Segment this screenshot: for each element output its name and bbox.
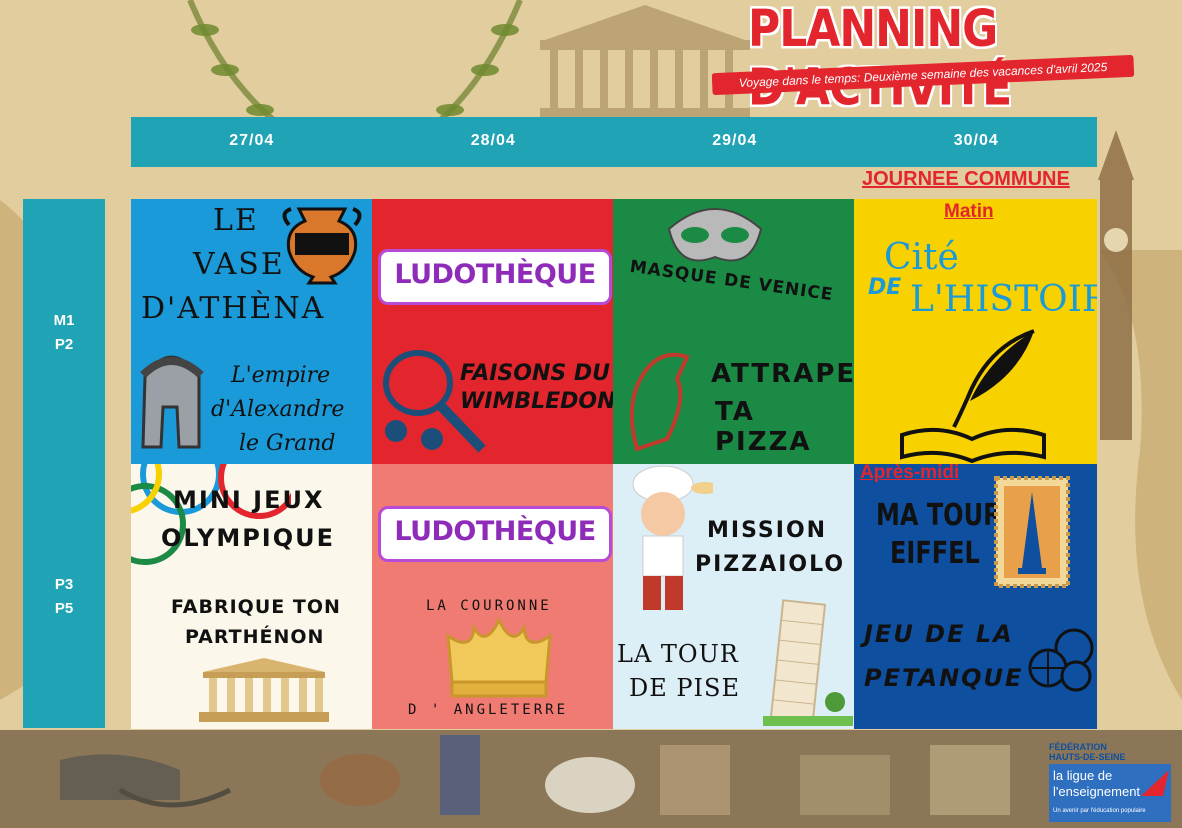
- cell-day3-afternoon: MISSION PIZZAIOLO LA TOUR DE PISE: [613, 464, 854, 729]
- pisa-tower-icon: [763, 599, 853, 726]
- cite-label: Cité: [884, 237, 959, 278]
- day-header-bar: 27/04 28/04 29/04 30/04: [131, 117, 1097, 167]
- cell-day2-morning: LUDOTHÈQUE FAISONS DU WIMBLEDON: [372, 199, 613, 464]
- ludotheque-label: LUDOTHÈQUE: [394, 516, 596, 547]
- logo-text: la ligue de: [1053, 768, 1113, 783]
- slot-afternoon-1: P3: [54, 576, 74, 593]
- spartan-helmet-icon: [140, 355, 204, 449]
- activity-subtitle: d'Alexandre: [211, 397, 345, 422]
- ludotheque-label: LUDOTHÈQUE: [394, 259, 596, 290]
- day-label: 30/04: [953, 132, 999, 149]
- activity-subtitle: L'empire: [231, 363, 331, 388]
- activity-title: MISSION: [707, 518, 828, 543]
- crown-icon: [446, 616, 552, 698]
- activity-subtitle: PARTHÉNON: [185, 626, 325, 648]
- hand-icon: [629, 352, 690, 452]
- ludotheque-badge: LUDOTHÈQUE: [378, 506, 612, 562]
- ligue-enseignement-logo: FÉDÉRATION HAUTS-DE-SEINE la ligue de l'…: [1049, 742, 1171, 822]
- cell-day4-morning: Matin Cité DE L'HISTOIRE: [854, 199, 1097, 464]
- logo-triangle-icon: [1141, 770, 1169, 796]
- activity-title: LE: [213, 203, 259, 238]
- slot-morning-1: M1: [53, 312, 75, 329]
- activity-title: MA TOUR: [876, 498, 1002, 533]
- cite-label: DE: [868, 275, 902, 300]
- day-label: 28/04: [470, 132, 516, 149]
- activity-subtitle: FABRIQUE TON: [171, 596, 341, 618]
- slot-label: Après-midi: [860, 464, 960, 483]
- activity-title: EIFFEL: [890, 536, 980, 571]
- cite-label: L'HISTOIRE: [910, 279, 1097, 320]
- parthenon-icon: [199, 658, 329, 722]
- day-label: 27/04: [229, 132, 275, 149]
- time-slot-sidebar: M1 P2 P3 P5: [23, 199, 105, 728]
- slot-label: Matin: [944, 201, 994, 222]
- logo-tagline: Un avenir par l'éducation populaire: [1053, 808, 1146, 814]
- slot-morning-2: P2: [54, 336, 74, 353]
- activity-subtitle: PETANQUE: [864, 664, 1024, 692]
- activity-title: WIMBLEDON: [460, 389, 613, 414]
- activity-title: VASE: [193, 247, 285, 282]
- logo-text: HAUTS-DE-SEINE: [1049, 752, 1126, 762]
- cell-day1-afternoon: MINI JEUX OLYMPIQUE FABRIQUE TON PARTHÉN…: [131, 464, 372, 729]
- ludotheque-badge: LUDOTHÈQUE: [378, 249, 612, 305]
- activity-title: FAISONS DU: [460, 361, 610, 386]
- logo-text: FÉDÉRATION: [1049, 742, 1107, 752]
- activity-subtitle: LA TOUR: [617, 640, 739, 668]
- activity-subtitle: JEU DE LA: [864, 620, 1014, 648]
- logo-text: l'enseignement: [1053, 784, 1141, 799]
- day-label: 29/04: [712, 132, 758, 149]
- cell-day4-afternoon: Après-midi MA TOUR EIFFEL JEU DE LA PETA…: [854, 464, 1097, 729]
- greek-vase-icon: [282, 207, 362, 285]
- activity-subtitle: D ' ANGLETERRE: [408, 702, 569, 718]
- quill-book-icon: [900, 329, 1046, 463]
- activity-title: D'ATHÈNA: [141, 291, 326, 326]
- chef-icon: [632, 465, 713, 610]
- cell-day2-afternoon: LUDOTHÈQUE LA COURONNE D ' ANGLETERRE: [372, 464, 613, 729]
- activity-subtitle: DE PISE: [629, 674, 740, 702]
- petanque-balls-icon: [1028, 628, 1094, 692]
- activity-title: OLYMPIQUE: [161, 524, 336, 552]
- eiffel-tower-stamp-icon: [994, 476, 1070, 588]
- cell-day1-morning: LE VASE D'ATHÈNA L'empire d'Alexandre le…: [131, 199, 372, 464]
- activity-title: MINI JEUX: [173, 486, 325, 514]
- journee-commune-label: JOURNEE COMMUNE: [862, 168, 1070, 190]
- slot-afternoon-2: P5: [54, 600, 74, 617]
- cell-day3-morning: MASQUE DE VENICE ATTRAPE TA PIZZA: [613, 199, 854, 464]
- activity-title: ATTRAPE: [711, 359, 854, 389]
- activity-title: TA PIZZA: [715, 397, 812, 457]
- activity-title: PIZZAIOLO: [695, 552, 846, 577]
- activity-subtitle: le Grand: [239, 431, 336, 456]
